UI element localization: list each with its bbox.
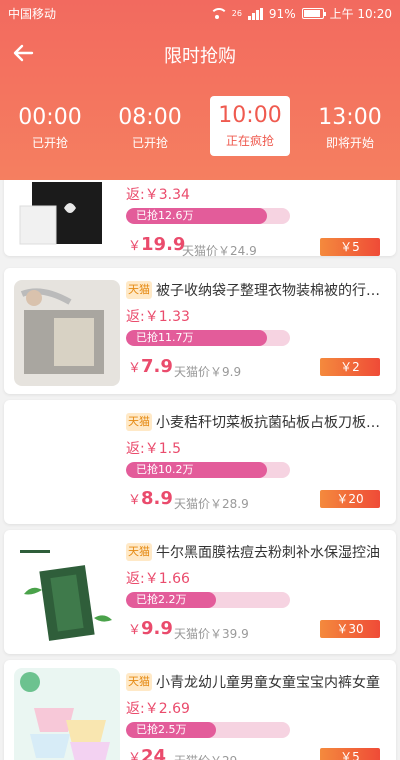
signal-icon — [247, 7, 263, 20]
price: ￥24 — [128, 746, 166, 760]
coupon-button[interactable]: ￥20 — [320, 490, 380, 508]
product-image-face-mask — [14, 540, 120, 646]
network-label: 26 — [231, 9, 242, 18]
tmall-price: 天猫价￥28.9 — [174, 497, 249, 511]
tmall-price: 天猫价￥39.9 — [174, 627, 249, 641]
tab-0800[interactable]: 08:00 已开抢 — [110, 96, 190, 160]
product-image-tissue — [14, 180, 120, 248]
coupon-button[interactable]: ￥2 — [320, 358, 380, 376]
nav-bar: 限时抢购 — [0, 30, 400, 80]
tab-status: 已开抢 — [31, 136, 68, 150]
rebate-text: 返:￥3.34 — [126, 187, 190, 203]
product-card[interactable]: 天猫 牛尔黑面膜祛痘去粉刺补水保湿控油 返:￥1.66 已抢2.2万 ￥9.9 … — [4, 530, 396, 654]
battery-icon — [301, 8, 326, 19]
tmall-price: 天猫价￥9.9 — [174, 365, 242, 379]
page-title: 限时抢购 — [164, 46, 236, 67]
tmall-badge: 天猫 — [126, 281, 152, 299]
sold-text: 已抢10.2万 — [136, 463, 194, 476]
tmall-badge: 天猫 — [126, 673, 152, 691]
product-card[interactable]: 天猫 小麦秸秆切菜板抗菌砧板占板刀板家用 返:￥1.5 已抢10.2万 ￥8.9… — [4, 400, 396, 524]
product-card[interactable]: 返:￥3.34 已抢12.6万 ￥19.9 天猫价￥24.9 ￥5 — [4, 180, 396, 258]
clock: 上午 10:20 — [329, 7, 392, 21]
tmall-badge: 天猫 — [126, 543, 152, 561]
sold-text: 已抢12.6万 — [136, 209, 194, 222]
tmall-price: 天猫价￥24.9 — [182, 244, 257, 258]
tmall-price: 天猫价￥29 — [174, 752, 237, 760]
sold-progress: 已抢2.2万 — [126, 592, 290, 608]
price: ￥19.9 — [128, 234, 185, 255]
product-title: 小麦秸秆切菜板抗菌砧板占板刀板家用 — [156, 415, 388, 431]
rebate-text: 返:￥1.66 — [126, 571, 190, 587]
currency-symbol: ￥ — [128, 239, 142, 254]
price: ￥8.9 — [128, 488, 173, 509]
currency-symbol: ￥ — [128, 361, 142, 376]
tab-1300[interactable]: 13:00 即将开始 — [310, 96, 390, 160]
price-value: 19.9 — [141, 234, 186, 255]
product-list: 返:￥3.34 已抢12.6万 ￥19.9 天猫价￥24.9 ￥5 天猫 被子收… — [0, 180, 400, 760]
sold-text: 已抢11.7万 — [136, 331, 194, 344]
battery-fill — [303, 10, 320, 17]
coupon-button[interactable]: ￥30 — [320, 620, 380, 638]
product-title: 牛尔黑面膜祛痘去粉刺补水保湿控油 — [156, 545, 380, 561]
carrier-label: 中国移动 — [8, 7, 57, 21]
tab-1000-active[interactable]: 10:00 正在疯抢 — [210, 96, 290, 156]
tab-time: 00:00 — [18, 105, 82, 130]
rebate-text: 返:￥2.69 — [126, 701, 190, 717]
sold-text: 已抢2.2万 — [136, 593, 187, 606]
sold-text: 已抢2.5万 — [136, 723, 187, 736]
sold-progress: 已抢11.7万 — [126, 330, 290, 346]
price: ￥9.9 — [128, 618, 173, 639]
tab-0000[interactable]: 00:00 已开抢 — [10, 96, 90, 160]
sold-progress: 已抢12.6万 — [126, 208, 290, 224]
currency-symbol: ￥ — [128, 493, 142, 508]
tab-time: 08:00 — [118, 105, 182, 130]
wifi-icon — [209, 7, 228, 20]
rebate-text: 返:￥1.33 — [126, 309, 190, 325]
product-card[interactable]: 天猫 小青龙幼儿童男童女童宝宝内裤女童 返:￥2.69 已抢2.5万 ￥24 天… — [4, 660, 396, 760]
product-title: 被子收纳袋子整理衣物装棉被的行李收纳 — [156, 283, 388, 299]
tab-status: 已开抢 — [131, 136, 168, 150]
currency-symbol: ￥ — [128, 623, 142, 638]
product-card[interactable]: 天猫 被子收纳袋子整理衣物装棉被的行李收纳 返:￥1.33 已抢11.7万 ￥7… — [4, 268, 396, 394]
sold-progress: 已抢2.5万 — [126, 722, 290, 738]
price-value: 24 — [141, 746, 167, 760]
coupon-button[interactable]: ￥5 — [320, 238, 380, 256]
battery-percent: 91% — [268, 6, 296, 21]
rebate-text: 返:￥1.5 — [126, 441, 181, 457]
product-image-cutting-board — [14, 410, 120, 516]
sold-progress: 已抢10.2万 — [126, 462, 290, 478]
coupon-button[interactable]: ￥5 — [320, 748, 380, 760]
header: 中国移动 26 91% 上午 10:20 限时抢购 00:00 已开抢 08:0… — [0, 0, 400, 180]
time-tabs: 00:00 已开抢 08:00 已开抢 10:00 正在疯抢 13:00 即将开… — [0, 96, 400, 160]
price: ￥7.9 — [128, 356, 173, 377]
tab-time: 10:00 — [218, 103, 282, 128]
product-title: 小青龙幼儿童男童女童宝宝内裤女童 — [156, 675, 380, 691]
tab-time: 13:00 — [318, 105, 382, 130]
price-value: 9.9 — [141, 618, 173, 639]
price-value: 7.9 — [141, 356, 173, 377]
price-value: 8.9 — [141, 488, 173, 509]
tab-status: 即将开始 — [325, 136, 374, 150]
product-image-storage-bag — [14, 280, 120, 386]
status-icons: 26 91% 上午 10:20 — [209, 5, 392, 22]
currency-symbol: ￥ — [128, 751, 142, 760]
tmall-badge: 天猫 — [126, 413, 152, 431]
status-bar: 中国移动 26 91% 上午 10:20 — [0, 0, 400, 26]
product-image-kids-underwear — [14, 668, 120, 760]
tab-status: 正在疯抢 — [225, 134, 274, 148]
